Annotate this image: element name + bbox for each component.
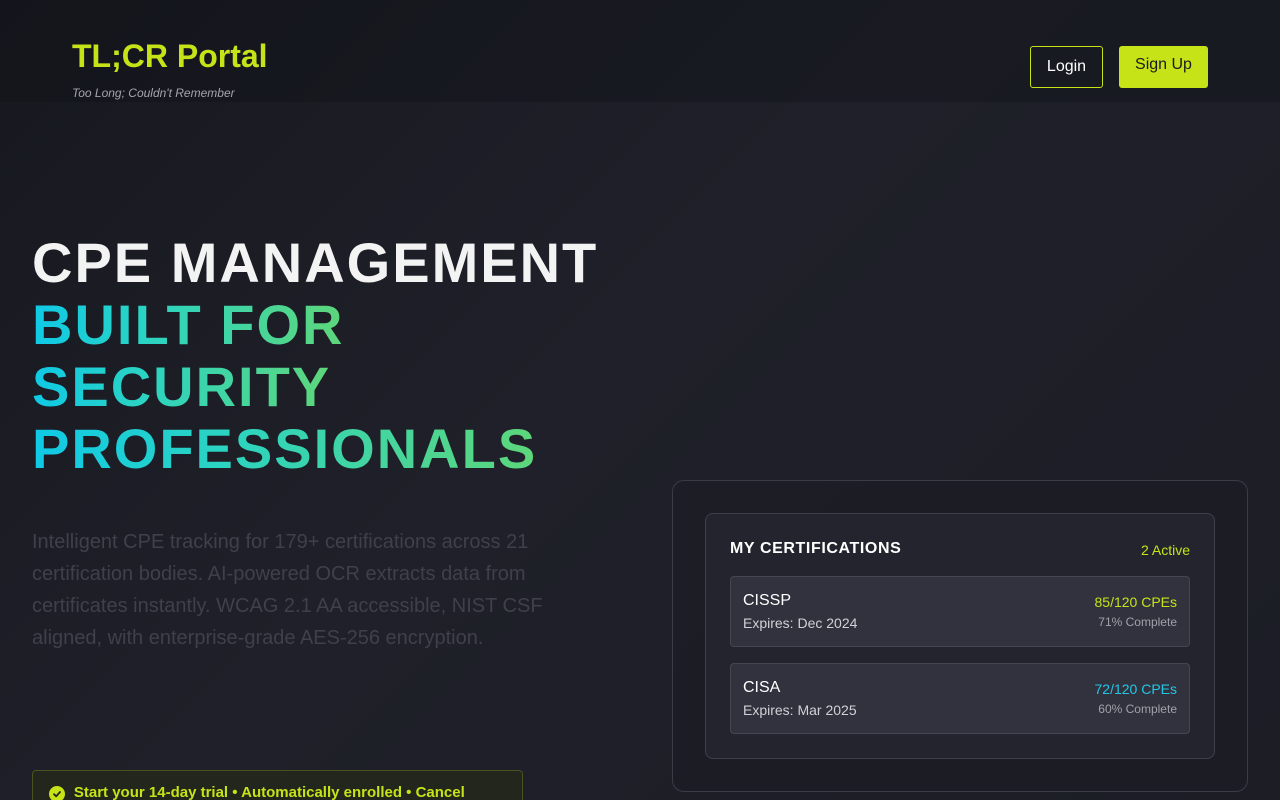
hero-description: Intelligent CPE tracking for 179+ certif… [32, 531, 543, 649]
hero-title-line-2: BUILT FOR [32, 293, 345, 356]
check-circle-icon [49, 786, 65, 800]
certification-expiry: Expires: Dec 2024 [743, 615, 858, 631]
certification-progress: 60% Complete [1098, 702, 1177, 716]
hero-title-line-1: CPE MANAGEMENT [32, 231, 599, 294]
active-count-badge: 2 Active [1140, 542, 1190, 558]
trial-text: Start your 14-day trial • Automatically … [73, 784, 465, 800]
sign-up-button[interactable]: Sign Up [1119, 46, 1208, 88]
hero-title: CPE MANAGEMENT BUILT FOR SECURITY PROFES… [32, 232, 632, 480]
hero-title-line-3: SECURITY [32, 355, 332, 418]
hero-title-line-4: PROFESSIONALS [32, 417, 538, 480]
login-button[interactable]: Login [1030, 46, 1103, 88]
certifications-heading: MY CERTIFICATIONS [730, 540, 902, 557]
certification-progress: 71% Complete [1098, 615, 1177, 629]
certification-cpe-count: 72/120 CPEs [1094, 681, 1178, 697]
certification-name: CISSP [743, 592, 792, 609]
certification-item-cissp[interactable]: CISSP Expires: Dec 2024 85/120 CPEs 71% … [730, 576, 1190, 647]
certification-item-cisa[interactable]: CISA Expires: Mar 2025 72/120 CPEs 60% C… [730, 663, 1190, 734]
trial-banner: Start your 14-day trial • Automatically … [32, 770, 523, 800]
brand-logo-title[interactable]: TL;CR Portal [72, 38, 268, 74]
certification-expiry: Expires: Mar 2025 [743, 702, 857, 718]
brand-tagline: Too Long; Couldn't Remember [72, 86, 235, 100]
certification-name: CISA [743, 679, 781, 696]
certification-cpe-count: 85/120 CPEs [1094, 594, 1178, 610]
